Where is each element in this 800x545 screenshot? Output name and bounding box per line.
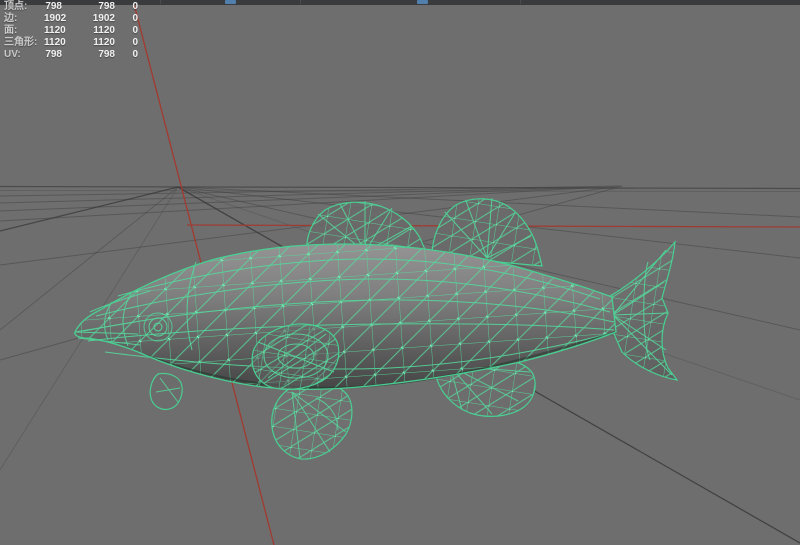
toolbar-accent-icon xyxy=(225,0,236,4)
stat-value: 1120 xyxy=(93,25,115,36)
stats-row-vertices: 顶点: 798 798 0 xyxy=(4,1,138,13)
viewport-3d[interactable]: 顶点: 798 798 0 边: 1902 1902 0 面: 1120 112… xyxy=(0,0,800,545)
pelvic-fin-lower xyxy=(271,383,353,460)
stat-value: 1902 xyxy=(92,13,115,24)
stats-overlay: 顶点: 798 798 0 边: 1902 1902 0 面: 1120 112… xyxy=(4,1,138,61)
tail-fin xyxy=(609,240,679,381)
stat-label: UV: xyxy=(4,49,21,60)
stats-row-edges: 边: 1902 1902 0 xyxy=(4,13,138,25)
stat-value: 0 xyxy=(132,49,138,60)
stat-value: 0 xyxy=(132,25,138,36)
stat-value: 1120 xyxy=(44,37,66,48)
pectoral-fin xyxy=(149,372,183,411)
scene-canvas[interactable] xyxy=(0,0,800,545)
stat-value: 1902 xyxy=(44,13,67,24)
stats-row-triangles: 三角形: 1120 1120 0 xyxy=(4,37,138,49)
stat-value: 1120 xyxy=(44,25,66,36)
toolbar-divider xyxy=(520,0,521,4)
stat-value: 0 xyxy=(132,37,138,48)
toolbar-divider xyxy=(160,0,161,4)
stat-value: 798 xyxy=(45,49,62,60)
stat-value: 798 xyxy=(98,1,115,12)
stats-row-faces: 面: 1120 1120 0 xyxy=(4,25,138,37)
stats-row-uv: UV: 798 798 0 xyxy=(4,49,138,61)
stat-value: 798 xyxy=(98,49,115,60)
stat-label: 三角形: xyxy=(4,37,38,48)
stat-value: 1120 xyxy=(93,37,115,48)
stat-label: 边: xyxy=(4,13,18,24)
stat-value: 0 xyxy=(132,1,138,12)
fish-model[interactable] xyxy=(74,197,679,460)
stat-value: 0 xyxy=(132,13,138,24)
stat-label: 面: xyxy=(4,25,18,36)
toolbar-accent-icon xyxy=(417,0,428,4)
stat-value: 798 xyxy=(45,1,62,12)
toolbar-divider xyxy=(300,0,301,4)
stat-label: 顶点: xyxy=(4,1,28,12)
